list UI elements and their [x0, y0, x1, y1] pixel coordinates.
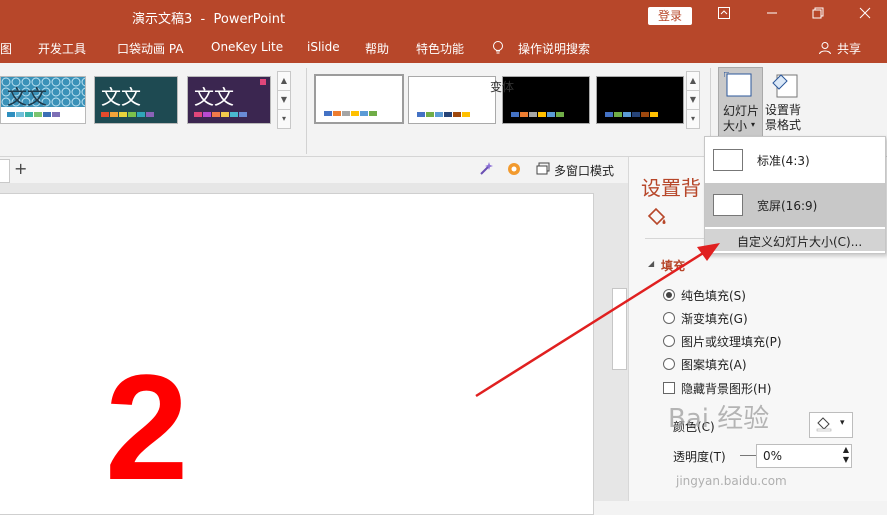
radio-button[interactable]	[663, 312, 675, 324]
gear-icon[interactable]	[506, 161, 522, 180]
tab-developer[interactable]: 开发工具	[38, 40, 86, 57]
tab-help[interactable]: 帮助	[365, 40, 389, 57]
radio-button[interactable]	[663, 335, 675, 347]
slide-size-icon	[724, 72, 752, 97]
chevron-down-icon: ▾	[840, 418, 845, 428]
pattern-fill-option[interactable]: 图案填充(A)	[663, 356, 747, 373]
tab-onekey-lite[interactable]: OneKey Lite	[211, 40, 283, 54]
radio-button[interactable]	[663, 358, 675, 370]
slide-editing-area	[0, 183, 628, 515]
scroll-down-icon[interactable]: ▼	[687, 90, 699, 109]
transparency-input[interactable]: 0% ▲ ▼	[756, 444, 852, 468]
title-bar: 演示文稿3 - PowerPoint 登录	[0, 0, 887, 33]
fill-bucket-icon[interactable]	[645, 206, 669, 233]
spin-up-icon[interactable]: ▲	[843, 445, 849, 455]
more-icon[interactable]: ▾	[278, 109, 290, 128]
theme-thumbnail[interactable]: 文文	[187, 76, 271, 124]
lightbulb-icon	[492, 40, 504, 59]
widescreen-slide-icon	[713, 194, 743, 216]
scroll-up-icon[interactable]: ▲	[278, 72, 290, 90]
slide-size-menu: 标准(4:3) 宽屏(16:9) 自定义幻灯片大小(C)...	[704, 136, 886, 254]
slide-size-label: 幻灯片	[723, 104, 760, 118]
window-title: 演示文稿3 - PowerPoint	[132, 12, 286, 27]
close-icon[interactable]	[855, 6, 875, 26]
variants-group-label: 变体	[490, 80, 515, 94]
new-tab-plus-icon[interactable]: +	[14, 159, 27, 178]
standard-slide-icon	[713, 149, 743, 171]
themes-gallery-scroll[interactable]: ▲ ▼ ▾	[277, 71, 291, 129]
radio-button[interactable]	[663, 289, 675, 301]
variants-gallery-scroll[interactable]: ▲ ▼ ▾	[686, 71, 700, 129]
baidu-watermark-url: jingyan.baidu.com	[676, 474, 787, 488]
chevron-down-icon: ▾	[751, 120, 756, 129]
baidu-watermark: Bai 经验	[668, 404, 770, 434]
transparency-label: 透明度(T)	[673, 450, 726, 464]
format-background-button[interactable]: 设置背 景格式	[763, 67, 807, 135]
ribbon-tab-bar: 图 开发工具 口袋动画 PA OneKey Lite iSlide 帮助 特色功…	[0, 33, 887, 63]
theme-thumbnail[interactable]: 文文	[94, 76, 178, 124]
scroll-up-icon[interactable]: ▲	[687, 72, 699, 90]
tab-islide[interactable]: iSlide	[307, 40, 340, 54]
solid-fill-option[interactable]: 纯色填充(S)	[663, 287, 746, 304]
picture-texture-fill-option[interactable]: 图片或纹理填充(P)	[663, 333, 782, 350]
annotation-step-number: 2	[105, 343, 189, 511]
minimize-icon[interactable]	[762, 6, 782, 26]
login-button[interactable]: 登录	[648, 7, 692, 25]
ribbon-display-icon[interactable]	[714, 6, 734, 26]
multi-window-mode-button[interactable]: 多窗口模式	[554, 162, 614, 179]
tab-pocket-animation[interactable]: 口袋动画 PA	[117, 40, 184, 57]
checkbox[interactable]	[663, 382, 675, 394]
slide-size-button[interactable]: 幻灯片 大小 ▾	[718, 67, 763, 137]
tab-design[interactable]: 图	[0, 40, 12, 57]
pane-title: 设置背	[641, 176, 701, 200]
tab-features[interactable]: 特色功能	[416, 40, 464, 57]
divider	[306, 68, 307, 154]
menu-item-custom-size[interactable]: 自定义幻灯片大小(C)...	[705, 229, 885, 251]
variant-thumbnail[interactable]	[502, 76, 590, 124]
more-icon[interactable]: ▾	[687, 109, 699, 128]
paint-bucket-icon	[816, 416, 832, 435]
menu-item-widescreen[interactable]: 宽屏(16:9)	[705, 183, 885, 227]
variant-thumbnail[interactable]	[596, 76, 684, 124]
sub-toolbar: + 多窗口模式	[0, 157, 628, 183]
variant-thumbnail[interactable]	[314, 74, 404, 124]
restore-icon[interactable]	[808, 6, 828, 26]
magic-wand-icon[interactable]	[478, 161, 494, 180]
tell-me-search[interactable]: 操作说明搜索	[518, 40, 590, 57]
collapse-triangle-icon[interactable]: ◢	[648, 259, 654, 268]
format-background-icon	[772, 74, 798, 98]
slide-canvas[interactable]	[0, 193, 594, 515]
format-background-label-2: 景格式	[765, 118, 802, 132]
fill-section-label[interactable]: 填充	[661, 257, 685, 274]
scrollbar-thumb[interactable]	[612, 288, 627, 370]
person-icon	[818, 41, 832, 58]
menu-item-standard[interactable]: 标准(4:3)	[705, 137, 885, 181]
gradient-fill-option[interactable]: 渐变填充(G)	[663, 310, 748, 327]
theme-thumbnail[interactable]: 文文	[0, 76, 86, 124]
scroll-down-icon[interactable]: ▼	[278, 90, 290, 109]
multi-window-icon[interactable]	[536, 162, 550, 179]
slide-size-label-2: 大小	[723, 119, 748, 133]
tab-strip	[0, 159, 10, 183]
spin-down-icon[interactable]: ▼	[843, 455, 849, 465]
share-button[interactable]: 共享	[837, 40, 861, 57]
format-background-label: 设置背	[765, 103, 802, 117]
hide-background-graphics-option[interactable]: 隐藏背景图形(H)	[663, 380, 771, 397]
color-picker-button[interactable]: ▾	[809, 412, 853, 438]
variant-thumbnail[interactable]	[408, 76, 496, 124]
